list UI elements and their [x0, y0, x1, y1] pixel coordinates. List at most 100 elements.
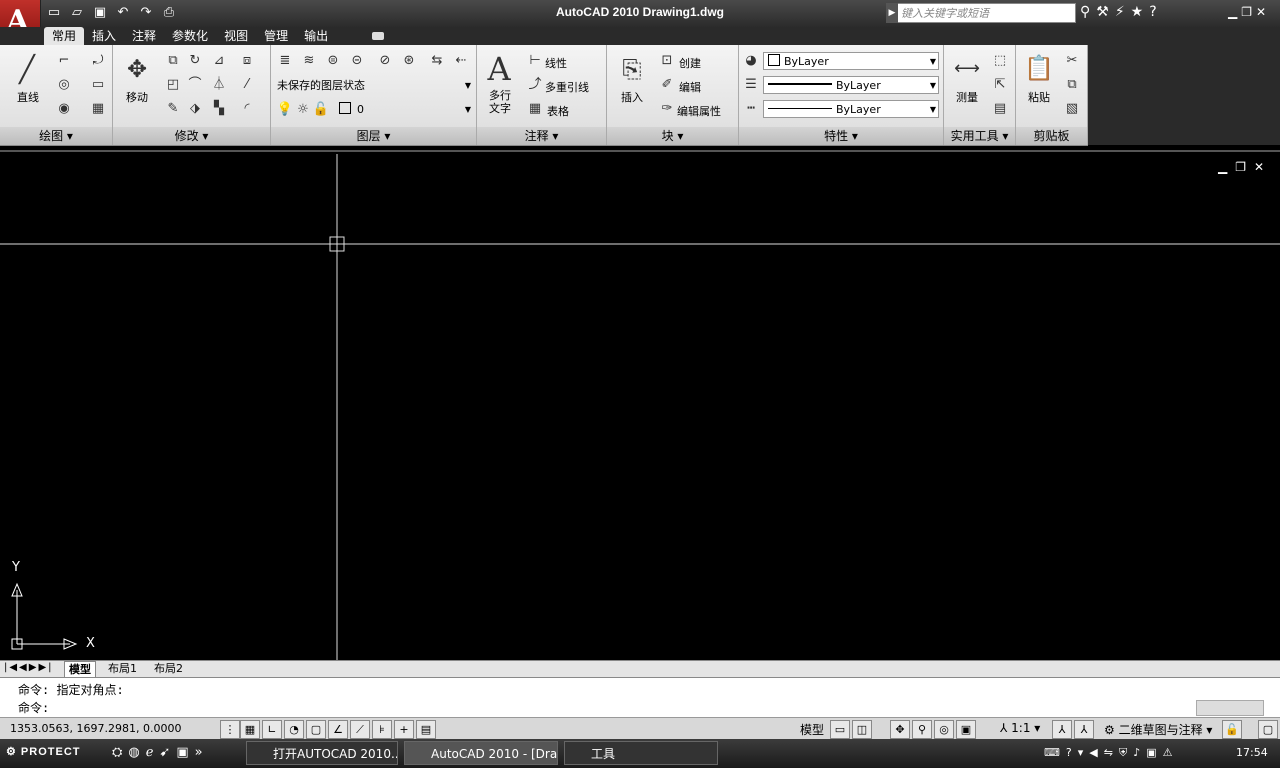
keyboard-icon[interactable]: ⌨	[1044, 746, 1060, 760]
tab-layout2[interactable]: 布局2	[150, 661, 187, 677]
edit-block-icon[interactable]: ✐	[657, 75, 677, 95]
volume-icon[interactable]: ♪	[1133, 746, 1140, 760]
close-icon[interactable]: ✕	[1256, 5, 1266, 19]
arc-icon[interactable]: ◉	[54, 99, 74, 119]
utilities-panel-title[interactable]: 实用工具 ▾	[944, 127, 1015, 145]
modify-panel-title[interactable]: 修改 ▾	[113, 127, 270, 145]
insert-block-icon[interactable]: ⎘	[617, 53, 647, 85]
scale-icon[interactable]: ⬗	[185, 99, 205, 119]
search-input[interactable]: 键入关键字或短语	[886, 3, 1076, 23]
linear-dim-icon[interactable]: ⊢	[525, 51, 545, 71]
display-icon[interactable]: ▣	[1146, 746, 1156, 760]
tab-manage[interactable]: 管理	[256, 27, 296, 45]
arrow-tray-icon[interactable]: ▾	[1078, 746, 1084, 760]
clean-screen-icon[interactable]: ▢	[1258, 720, 1278, 739]
match-properties-icon[interactable]: ▧	[1062, 99, 1082, 119]
star-icon[interactable]: ★	[1131, 4, 1144, 20]
explode-icon[interactable]: ⁄	[237, 75, 257, 95]
viewports-icon[interactable]: ◫	[852, 720, 872, 739]
rect-array-icon[interactable]: ▚	[209, 99, 229, 119]
table-label[interactable]: 表格	[547, 103, 569, 119]
warning-icon[interactable]: ⚠	[1163, 746, 1173, 760]
measure-label[interactable]: 测量	[950, 89, 984, 105]
paste-icon[interactable]: 📋	[1024, 51, 1054, 85]
help-icon[interactable]: ?	[1149, 4, 1156, 20]
start-button[interactable]: ⚙ PROTECT	[6, 745, 80, 758]
paste-label[interactable]: 粘贴	[1022, 89, 1056, 105]
snap-icon[interactable]: ⋮	[220, 720, 240, 739]
back-icon[interactable]: ◀	[1089, 746, 1097, 760]
task-autocad-drawing[interactable]: AutoCAD 2010 - [Dra...	[404, 741, 558, 765]
annotation-visibility-icon[interactable]: ⅄	[1052, 720, 1072, 739]
draw-panel-title[interactable]: 绘图 ▾	[0, 127, 112, 145]
network-tray-icon[interactable]: ⇋	[1104, 746, 1113, 760]
tab-output[interactable]: 输出	[296, 27, 336, 45]
binoculars-icon[interactable]: ⚲	[1080, 4, 1090, 20]
hatch-icon[interactable]: ▦	[88, 99, 108, 119]
command-scrollbar[interactable]	[1196, 700, 1264, 716]
workspace-switch[interactable]: ⚙ 二维草图与注释 ▾	[1104, 721, 1212, 738]
command-prompt[interactable]: 命令:	[18, 699, 49, 716]
layer-freeze-icon[interactable]: ⊛	[399, 51, 419, 71]
lineweight-dropdown[interactable]: ByLayer ▼	[763, 100, 939, 118]
pan-icon[interactable]: ✥	[890, 720, 910, 739]
tab-home[interactable]: 常用	[44, 27, 85, 45]
erase-icon[interactable]: ✎	[163, 99, 183, 119]
stretch-icon[interactable]: ◰	[163, 75, 183, 95]
close-icon[interactable]: ✕	[1254, 160, 1264, 174]
steering-wheel-icon[interactable]: ◎	[934, 720, 954, 739]
tab-layout1[interactable]: 布局1	[104, 661, 141, 677]
layer-unisolate-icon[interactable]: ⊝	[347, 51, 367, 71]
help-tray-icon[interactable]: ?	[1066, 746, 1072, 760]
restore-icon[interactable]: ❐	[1235, 160, 1246, 174]
create-block-icon[interactable]: ⊡	[657, 51, 677, 71]
linear-dim-label[interactable]: 线性	[545, 55, 567, 71]
copy-icon[interactable]: ⧉	[163, 51, 183, 71]
lineweight-toggle-icon[interactable]: +	[394, 720, 414, 739]
layer-match-icon[interactable]: ⇆	[427, 51, 447, 71]
mirror-icon[interactable]: ⏃	[209, 75, 229, 95]
qp-icon[interactable]: ▤	[416, 720, 436, 739]
polyline-icon[interactable]: ⌐	[54, 51, 74, 71]
move-icon[interactable]: ✥	[121, 53, 153, 85]
browser-icon[interactable]: ℯ	[146, 745, 154, 760]
ducs-icon[interactable]: ⟋	[350, 720, 370, 739]
drawing-area[interactable]: X Y	[0, 150, 1280, 662]
array-icon[interactable]: ⧈	[237, 51, 257, 71]
grid-icon[interactable]: ▦	[240, 720, 260, 739]
showmotion-icon[interactable]: ▣	[956, 720, 976, 739]
satellite-icon[interactable]: ⚡	[1115, 4, 1125, 20]
ribbon-minimize-button[interactable]	[372, 32, 384, 40]
auto-scale-icon[interactable]: ⅄	[1074, 720, 1094, 739]
minimize-icon[interactable]: ▁	[1218, 160, 1227, 174]
tab-insert[interactable]: 插入	[84, 27, 124, 45]
quick-select-icon[interactable]: ⬚	[990, 51, 1010, 71]
annotation-scale[interactable]: ⅄ 1:1 ▾	[1000, 721, 1040, 735]
layer-properties-icon[interactable]: ≣	[275, 51, 295, 71]
clock[interactable]: 17:54	[1236, 746, 1268, 759]
zoom-icon[interactable]: ⚲	[912, 720, 932, 739]
layer-state-icon[interactable]: ≋	[299, 51, 319, 71]
polar-icon[interactable]: ◔	[284, 720, 304, 739]
table-icon[interactable]: ▦	[525, 99, 545, 119]
measure-icon[interactable]: ⟷	[952, 57, 982, 81]
globe-icon[interactable]: ◍	[128, 745, 139, 760]
chamfer-icon[interactable]: ◜	[237, 99, 257, 119]
layer-off-icon[interactable]: ⊘	[375, 51, 395, 71]
send-icon[interactable]: ➹	[159, 745, 170, 760]
create-label[interactable]: 创建	[679, 55, 701, 71]
select-similar-icon[interactable]: ⇱	[990, 75, 1010, 95]
linetype-dropdown[interactable]: ByLayer ▼	[763, 76, 939, 94]
edit-label[interactable]: 编辑	[679, 79, 701, 95]
color-dropdown[interactable]: ByLayer ▼	[763, 52, 939, 70]
task-tools[interactable]: 工具	[564, 741, 718, 765]
fillet-icon[interactable]: ⌒	[185, 75, 205, 95]
ortho-icon[interactable]: ∟	[262, 720, 282, 739]
color-wheel-icon[interactable]: ◕	[741, 51, 761, 71]
layer-state-dropdown[interactable]: 未保存的图层状态 ▼	[273, 77, 473, 95]
tab-view[interactable]: 视图	[216, 27, 256, 45]
dyn-icon[interactable]: ⊧	[372, 720, 392, 739]
layer-isolate-icon[interactable]: ⊜	[323, 51, 343, 71]
osnap-icon[interactable]: ▢	[306, 720, 326, 739]
annotation-panel-title[interactable]: 注释 ▾	[477, 127, 606, 145]
